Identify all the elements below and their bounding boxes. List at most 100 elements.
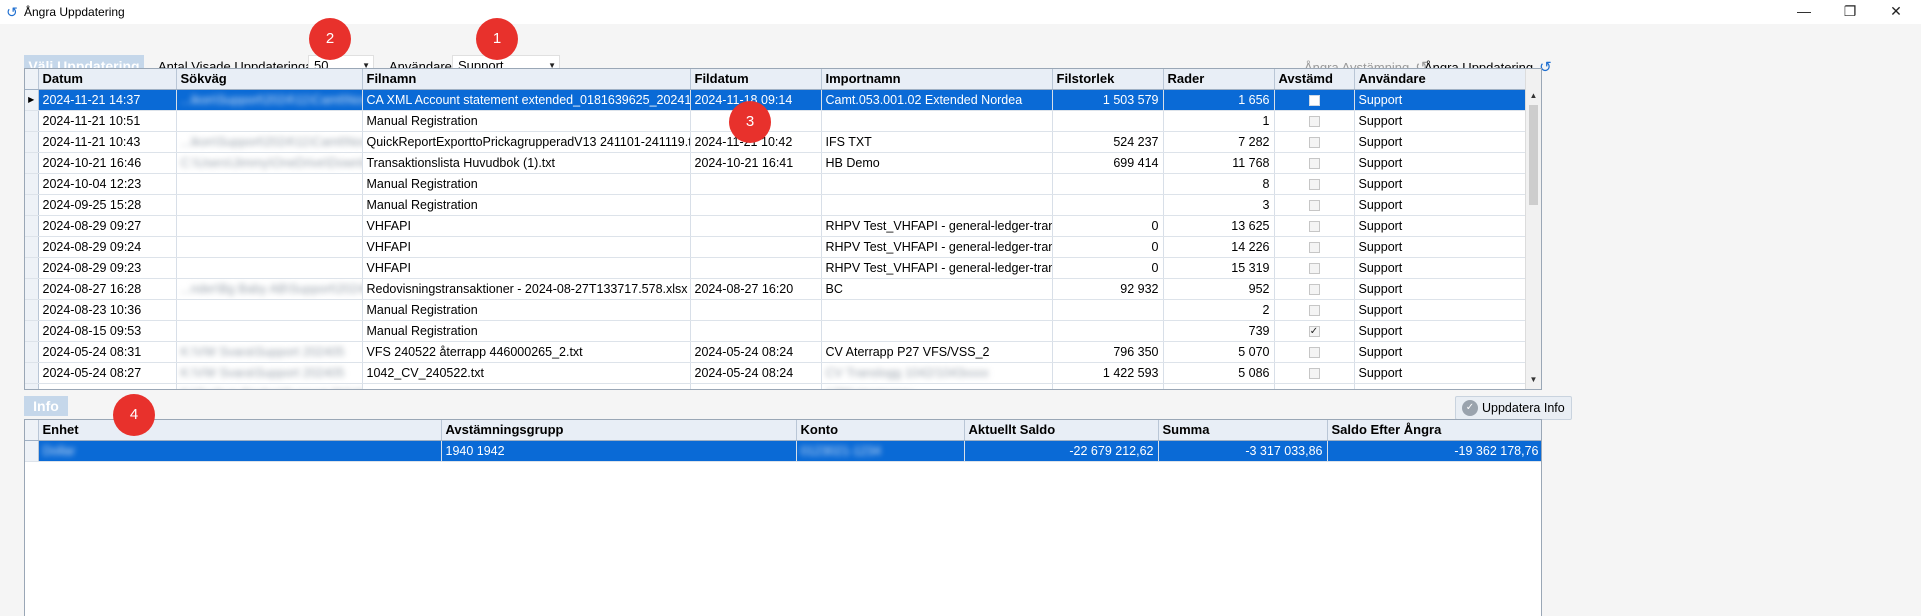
cell-importnamn: RHPV Test_VHFAPI - general-ledger-transa… xyxy=(821,257,1053,279)
reconciled-checkbox[interactable] xyxy=(1308,304,1320,316)
annotation-badge: 1 xyxy=(476,18,518,60)
reconciled-checkbox[interactable] xyxy=(1308,283,1320,295)
table-row[interactable]: 2024-05-23 14:04K:\Gudrun Sjoden\Support… xyxy=(25,383,1528,389)
table-row[interactable]: 2024-08-27 16:28 ...nder\Bg Baby AB\Suppo… xyxy=(25,278,1528,300)
col-avstamningsgrupp[interactable]: Avstämningsgrupp xyxy=(441,420,797,441)
cell-sokvag: ...ikon\Support\2024\11\Camt\Nordea xyxy=(176,131,363,153)
reconciled-checkbox[interactable] xyxy=(1308,388,1320,389)
cell-datum: 2024-08-27 16:28 xyxy=(38,278,177,300)
row-header-corner xyxy=(25,69,39,90)
reconciled-checkbox[interactable] xyxy=(1308,220,1320,232)
reconciled-checkbox[interactable] xyxy=(1308,241,1320,253)
reconciled-checkbox[interactable] xyxy=(1308,94,1320,106)
main-content: Välj Uppdatering Antal Visade Uppdaterin… xyxy=(0,18,1921,616)
minimize-icon[interactable]: — xyxy=(1781,0,1827,24)
cell-fildatum xyxy=(690,299,822,321)
scroll-up-icon[interactable]: ▲ xyxy=(1526,89,1541,103)
cell-datum: 2024-08-23 10:36 xyxy=(38,299,177,321)
updates-scrollbar[interactable]: ▲ ▼ xyxy=(1525,69,1541,389)
cell-importnamn xyxy=(821,299,1053,321)
table-row[interactable]: 2024-05-24 08:31 K:\VW Svara\Support 2024… xyxy=(25,341,1528,363)
updates-grid[interactable]: Datum Sökväg Filnamn Fildatum Importnamn… xyxy=(24,68,1542,390)
reconciled-checkbox[interactable] xyxy=(1308,178,1320,190)
undo-icon: ↺ xyxy=(6,4,18,20)
cell-anvandare: Support xyxy=(1354,278,1528,300)
info-grid[interactable]: Enhet Avstämningsgrupp Konto Aktuellt Sa… xyxy=(24,419,1542,616)
info-row[interactable]: Dollar 1940 1942 0123021-1234 -22 679 21… xyxy=(25,440,1541,462)
cell-datum: 2024-11-21 10:51 xyxy=(38,110,177,132)
info-table: Enhet Avstämningsgrupp Konto Aktuellt Sa… xyxy=(25,420,1541,462)
cell-datum: 2024-10-04 12:23 xyxy=(38,173,177,195)
reconciled-checkbox[interactable] xyxy=(1308,367,1320,379)
annotation-badge: 2 xyxy=(309,18,351,60)
table-row[interactable]: 2024-08-29 09:24 VHFAPI RHPV Test_VHFAPI -… xyxy=(25,236,1528,258)
row-indicator xyxy=(25,362,39,384)
cell-fildatum xyxy=(690,320,822,342)
reconciled-checkbox[interactable] xyxy=(1308,115,1320,127)
cell-filnamn: Redovisningstransaktioner - 2024-08-27T1… xyxy=(362,278,691,300)
table-row[interactable]: 2024-09-25 15:28 Manual Registration 3 Supp… xyxy=(25,194,1528,216)
cell-filnamn: Manual Registration xyxy=(362,320,691,342)
col-aktuellt-saldo[interactable]: Aktuellt Saldo xyxy=(964,420,1159,441)
table-row[interactable]: 2024-11-21 10:43 ...ikon\Support\2024\11\… xyxy=(25,131,1528,153)
col-konto[interactable]: Konto xyxy=(796,420,965,441)
col-summa[interactable]: Summa xyxy=(1158,420,1328,441)
cell-filnamn: Manual Registration xyxy=(362,173,691,195)
reconciled-checkbox[interactable] xyxy=(1308,346,1320,358)
cell-datum: 2024-05-24 08:27 xyxy=(38,362,177,384)
table-row[interactable]: 2024-10-04 12:23 Manual Registration 8 Supp… xyxy=(25,173,1528,195)
col-datum[interactable]: Datum xyxy=(38,69,177,90)
col-fildatum[interactable]: Fildatum xyxy=(690,69,822,90)
table-row[interactable]: 2024-11-21 10:51 Manual Registration 1 Supp… xyxy=(25,110,1528,132)
cell-anvandare: Support xyxy=(1354,89,1528,111)
info-summa: -3 317 033,86 xyxy=(1158,440,1328,462)
cell-filstorlek: 92 932 xyxy=(1052,278,1164,300)
col-rader[interactable]: Rader xyxy=(1163,69,1275,90)
table-row[interactable]: 2024-08-23 10:36 Manual Registration 2 Supp… xyxy=(25,299,1528,321)
cell-importnamn: 1780 Harmoney xyxy=(821,383,1053,389)
col-saldo-efter-angra[interactable]: Saldo Efter Ångra xyxy=(1327,420,1541,441)
row-indicator xyxy=(25,320,39,342)
table-row[interactable]: 2024-10-21 16:46 C:\Users\Jimmy\OneDrive\… xyxy=(25,152,1528,174)
table-row[interactable]: 2024-08-29 09:27 VHFAPI RHPV Test_VHFAPI -… xyxy=(25,215,1528,237)
col-anvandare[interactable]: Användare xyxy=(1354,69,1528,90)
cell-fildatum: 2024-10-21 16:41 xyxy=(690,152,822,174)
title-bar: ↺ Ångra Uppdatering — ❐ ✕ xyxy=(0,0,1921,24)
cell-fildatum xyxy=(690,173,822,195)
cell-filstorlek xyxy=(1052,110,1164,132)
table-row[interactable]: 2024-08-29 09:23 VHFAPI RHPV Test_VHFAPI -… xyxy=(25,257,1528,279)
cell-importnamn xyxy=(821,110,1053,132)
col-filnamn[interactable]: Filnamn xyxy=(362,69,691,90)
cell-filnamn: VHFAPI xyxy=(362,236,691,258)
cell-filstorlek: 0 xyxy=(1052,215,1164,237)
col-sokvag[interactable]: Sökväg xyxy=(176,69,363,90)
row-indicator xyxy=(25,299,39,321)
update-info-button[interactable]: ✓ Uppdatera Info xyxy=(1455,396,1572,420)
reconciled-checkbox[interactable] xyxy=(1308,157,1320,169)
cell-sokvag: ...ikon\Support\2024\11\Camt\Nordea xyxy=(176,89,363,111)
table-row[interactable]: 2024-08-15 09:53 Manual Registration 739 ✓ S… xyxy=(25,320,1528,342)
col-enhet[interactable]: Enhet xyxy=(38,420,442,441)
scroll-thumb[interactable] xyxy=(1529,105,1538,205)
cell-filstorlek xyxy=(1052,194,1164,216)
cell-fildatum xyxy=(690,257,822,279)
cell-filnamn: QuickReportExporttoPrickagrupperadV13 24… xyxy=(362,131,691,153)
col-importnamn[interactable]: Importnamn xyxy=(821,69,1053,90)
reconciled-checkbox[interactable] xyxy=(1308,136,1320,148)
reconciled-checkbox[interactable] xyxy=(1308,262,1320,274)
cell-sokvag xyxy=(176,299,363,321)
col-filstorlek[interactable]: Filstorlek xyxy=(1052,69,1164,90)
row-indicator xyxy=(25,152,39,174)
cell-fildatum xyxy=(690,215,822,237)
info-tab: Info xyxy=(24,396,68,416)
cell-rader: 952 xyxy=(1163,278,1275,300)
col-avstamd[interactable]: Avstämd xyxy=(1274,69,1355,90)
reconciled-checkbox[interactable]: ✓ xyxy=(1308,325,1320,337)
reconciled-checkbox[interactable] xyxy=(1308,199,1320,211)
restore-icon[interactable]: ❐ xyxy=(1827,0,1873,24)
close-icon[interactable]: ✕ xyxy=(1873,0,1919,24)
scroll-down-icon[interactable]: ▼ xyxy=(1526,373,1541,387)
cell-sokvag xyxy=(176,320,363,342)
table-row[interactable]: 2024-05-24 08:27 K:\VW Svara\Support 2024… xyxy=(25,362,1528,384)
table-row[interactable]: ▶ 2024-11-21 14:37 ...ikon\Support\2024\11… xyxy=(25,89,1528,111)
